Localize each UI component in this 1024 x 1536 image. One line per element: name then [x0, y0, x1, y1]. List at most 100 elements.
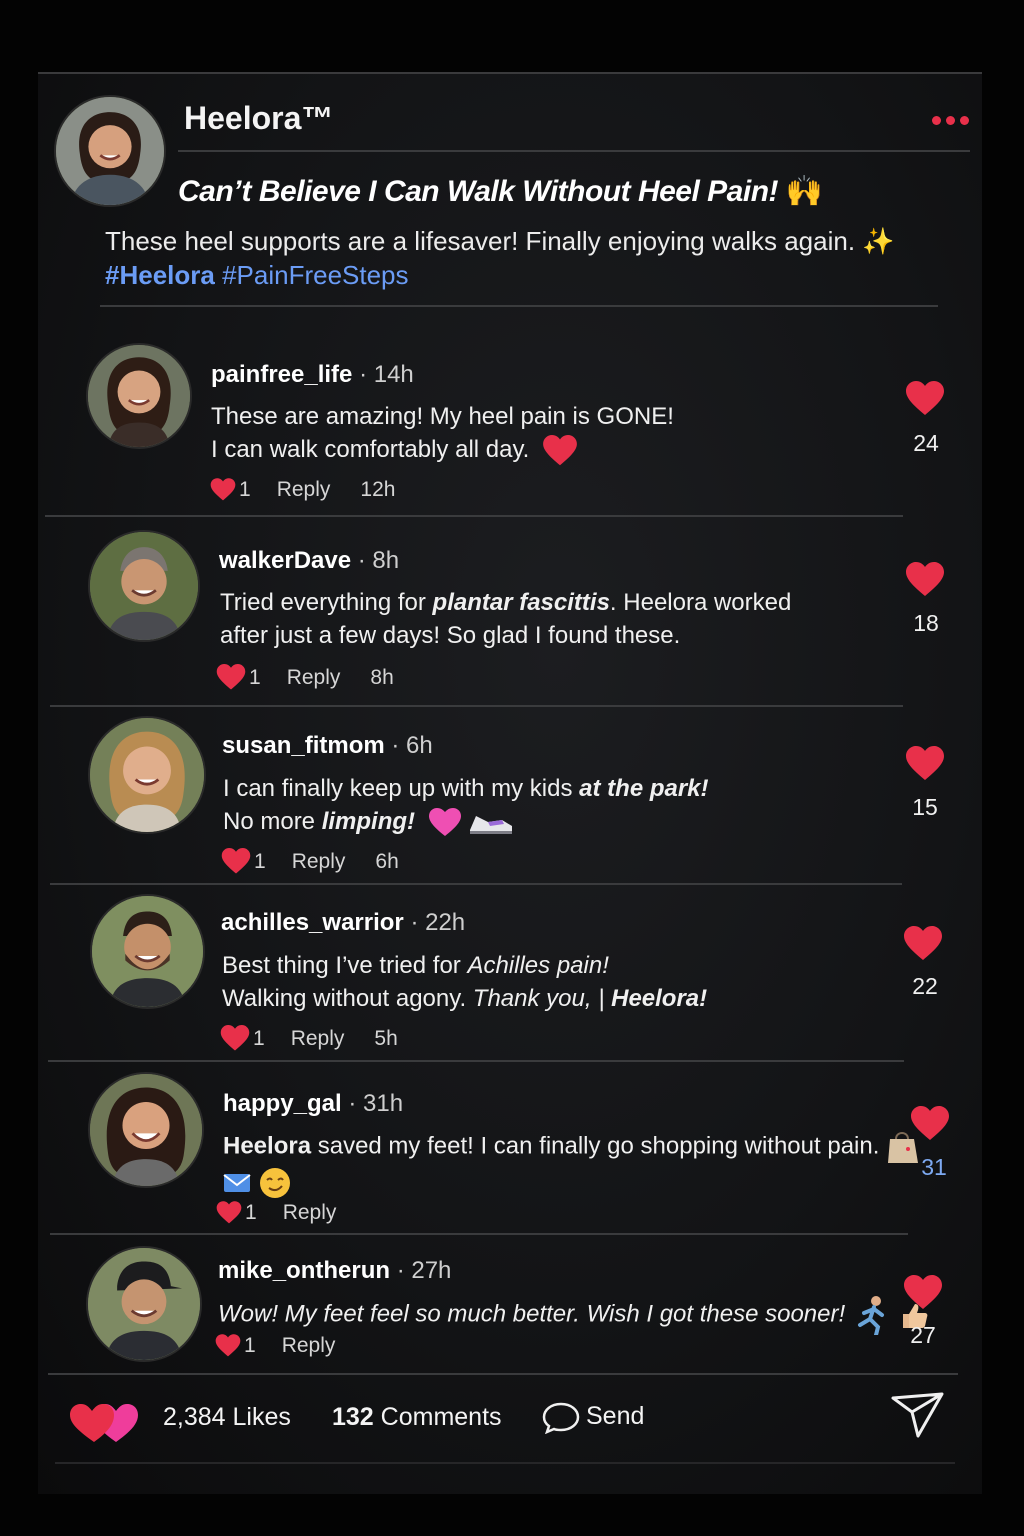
comment-line: Best thing I’ve tried for [222, 952, 468, 979]
likes-hearts-icon[interactable] [68, 1396, 148, 1446]
comment-line: after just a few days! So glad I found t… [220, 622, 681, 649]
comment-username[interactable]: achilles_warrior · 22h [221, 909, 465, 937]
runner-emoji [857, 1296, 884, 1335]
heart-icon[interactable] [905, 381, 945, 417]
comment-actions: 1 Reply [216, 1201, 336, 1225]
comment-reply-time: 5h [374, 1026, 398, 1050]
hashtag-painfreesteps[interactable]: #PainFreeSteps [222, 260, 408, 290]
avatar[interactable] [88, 716, 206, 834]
heart-icon[interactable] [910, 1106, 950, 1142]
reply-button[interactable]: Reply [292, 850, 346, 874]
avatar[interactable] [86, 1246, 202, 1362]
comment-line: I can walk comfortably all day. [211, 436, 530, 463]
post-author-name[interactable]: Heelora™ [184, 100, 333, 137]
heart-icon[interactable] [905, 562, 945, 598]
comment-like-count: 1 [249, 665, 261, 689]
heart-icon[interactable] [216, 664, 246, 691]
divider [178, 150, 970, 152]
comment-actions: 1 Reply 6h [221, 848, 399, 875]
comment-emphasis: Heelora! [611, 985, 708, 1012]
author-avatar[interactable] [54, 95, 166, 207]
comment-bubble-icon[interactable] [542, 1402, 580, 1434]
comment-reply-time: 12h [360, 478, 396, 501]
more-icon[interactable] [932, 116, 972, 130]
heart-icon[interactable] [216, 1201, 242, 1225]
raised-hands-emoji: 🙌 [785, 175, 823, 208]
comments-total[interactable]: 132 Comments [332, 1403, 502, 1432]
comment-time: · 8h [357, 547, 400, 574]
like-count: 22 [912, 973, 938, 999]
avatar[interactable] [88, 530, 200, 642]
comment-line: No more [223, 808, 322, 835]
divider [48, 1373, 958, 1375]
divider [100, 305, 938, 307]
comment-emphasis: at the park! [579, 775, 709, 802]
reply-button[interactable]: Reply [277, 478, 331, 502]
avatar[interactable] [88, 1072, 204, 1188]
username-text[interactable]: susan_fitmom [222, 732, 385, 759]
comment-username[interactable]: mike_ontherun · 27h [218, 1257, 451, 1285]
comment-like-count: 1 [254, 849, 266, 873]
sparkles-emoji: ✨ [862, 226, 895, 256]
heart-icon[interactable] [905, 746, 945, 782]
heart-icon[interactable] [903, 1275, 943, 1311]
heart-icon[interactable] [220, 1025, 250, 1052]
reply-button[interactable]: Reply [282, 1334, 336, 1358]
reply-button[interactable]: Reply [287, 666, 341, 690]
comment-time: · 22h [410, 909, 466, 936]
send-icon[interactable] [890, 1390, 946, 1440]
like-count: 27 [910, 1322, 936, 1348]
heart-icon[interactable] [221, 848, 251, 875]
avatar[interactable] [90, 894, 205, 1009]
comment-emphasis: limping! [321, 808, 416, 835]
comment-text: Best thing I’ve tried for Achilles pain!… [222, 949, 707, 1015]
comment-emphasis: Achilles pain! [467, 952, 609, 979]
comment-line: . Heelora worked [609, 589, 792, 616]
comment-actions: 1 Reply 8h [216, 664, 394, 691]
comment-actions: 1 Reply [215, 1334, 335, 1358]
reply-button[interactable]: Reply [283, 1201, 337, 1225]
username-text[interactable]: mike_ontherun [218, 1257, 390, 1284]
heart-icon[interactable] [215, 1334, 241, 1358]
comment-text: Wow! My feet feel so much better. Wish I… [218, 1295, 929, 1335]
divider [45, 515, 903, 517]
username-text[interactable]: walkerDave [219, 547, 351, 574]
comment-like-count: 1 [253, 1026, 265, 1050]
comments-label: Comments [373, 1403, 502, 1431]
sneaker-emoji [470, 815, 513, 834]
comment-time: · 31h [348, 1090, 404, 1117]
smirking-face-emoji [259, 1167, 290, 1198]
comment-reply-time: 8h [370, 665, 394, 689]
username-text[interactable]: happy_gal [223, 1090, 342, 1117]
like-count: 31 [921, 1154, 947, 1180]
comment-username[interactable]: painfree_life · 14h [211, 361, 414, 389]
comment-like-count: 1 [244, 1334, 256, 1357]
post-text: These heel supports are a lifesaver! Fin… [105, 226, 895, 257]
comment-actions: 1 Reply 12h [210, 478, 395, 502]
likes-total[interactable]: 2,384 Likes [163, 1403, 291, 1432]
hashtag-heelora[interactable]: #Heelora [105, 260, 215, 290]
username-text[interactable]: achilles_warrior [221, 909, 404, 936]
comment-text: I can finally keep up with my kids at th… [223, 772, 709, 838]
comment-emphasis: Heelora [223, 1132, 312, 1160]
comment-username[interactable]: susan_fitmom · 6h [222, 732, 433, 760]
comment-line: These are amazing! My heel pain is GONE! [211, 403, 674, 430]
divider [50, 1233, 908, 1235]
comment-time: · 27h [396, 1257, 452, 1284]
comments-count: 132 [332, 1403, 374, 1431]
username-text[interactable]: painfree_life [211, 361, 352, 388]
heart-icon[interactable] [210, 478, 236, 502]
reply-button[interactable]: Reply [291, 1027, 345, 1051]
pink-heart-emoji [428, 807, 461, 836]
divider [55, 1462, 955, 1464]
avatar[interactable] [86, 343, 192, 449]
comment-like-count: 1 [239, 478, 251, 501]
comment-reply-time: 6h [375, 849, 399, 873]
comment-line: Tried everything for [220, 589, 433, 616]
comment-username[interactable]: walkerDave · 8h [219, 547, 399, 575]
comment-text: Tried everything for plantar fascittis. … [220, 586, 791, 652]
heart-icon[interactable] [903, 926, 943, 962]
comment-username[interactable]: happy_gal · 31h [223, 1090, 403, 1118]
like-count: 15 [912, 794, 938, 820]
send-button[interactable]: Send [586, 1402, 644, 1431]
